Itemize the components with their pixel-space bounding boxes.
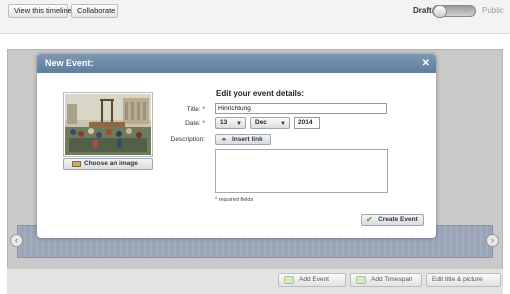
edit-title-picture-button[interactable]: Edit title & picture bbox=[426, 273, 501, 287]
link-icon: ⚭ bbox=[221, 137, 227, 144]
description-textarea[interactable] bbox=[215, 149, 388, 193]
plus-icon bbox=[284, 276, 294, 284]
create-event-label: Create Event bbox=[378, 216, 418, 223]
draft-label: Draft bbox=[413, 6, 432, 15]
dropdown-caret-icon: ▼ bbox=[236, 121, 242, 127]
public-label: Public bbox=[482, 6, 504, 15]
add-event-button[interactable]: Add Event bbox=[278, 273, 346, 287]
insert-link-label: Insert link bbox=[232, 136, 263, 143]
title-field-label: Title: * bbox=[165, 106, 205, 113]
required-marker: * bbox=[202, 106, 205, 113]
title-input[interactable]: Hinrichtung bbox=[215, 103, 387, 114]
scroll-left-icon[interactable]: ‹ bbox=[10, 234, 23, 247]
event-image-thumbnail bbox=[63, 92, 153, 157]
date-label-text: Date: bbox=[185, 120, 201, 127]
toggle-knob[interactable] bbox=[433, 5, 447, 18]
dropdown-caret-icon: ▼ bbox=[280, 121, 286, 127]
draft-public-toggle[interactable] bbox=[432, 5, 476, 18]
top-toolbar: View this timeline Collaborate Draft Pub… bbox=[0, 0, 510, 34]
title-label-text: Title: bbox=[186, 106, 201, 113]
new-event-dialog: New Event: ✕ Choose an image Edit your e… bbox=[37, 54, 436, 238]
view-timeline-button[interactable]: View this timeline bbox=[8, 4, 72, 18]
year-input[interactable]: 2014 bbox=[294, 117, 320, 129]
insert-link-button[interactable]: ⚭ Insert link bbox=[215, 134, 271, 145]
month-select[interactable]: Dec ▼ bbox=[250, 117, 290, 129]
scroll-right-icon[interactable]: › bbox=[486, 234, 499, 247]
checkmark-icon: ✔ bbox=[366, 215, 373, 224]
dialog-header: New Event: ✕ bbox=[37, 54, 436, 73]
day-select[interactable]: 13 ▼ bbox=[215, 117, 246, 129]
add-event-label: Add Event bbox=[299, 276, 329, 283]
image-icon bbox=[72, 161, 81, 167]
form-heading: Edit your event details: bbox=[216, 89, 305, 98]
description-field-label: Description: bbox=[170, 136, 205, 143]
choose-image-label: Choose an image bbox=[84, 160, 138, 167]
close-icon[interactable]: ✕ bbox=[422, 54, 430, 73]
choose-image-button[interactable]: Choose an image bbox=[63, 158, 153, 170]
dialog-title: New Event: bbox=[45, 58, 94, 68]
guillotine-painting-image bbox=[65, 94, 151, 155]
add-timespan-label: Add Timespan bbox=[371, 276, 413, 283]
required-fields-note: * required fields bbox=[215, 197, 254, 203]
day-value: 13 bbox=[220, 119, 228, 126]
month-value: Dec bbox=[255, 119, 267, 126]
date-field-label: Date: * bbox=[165, 120, 205, 127]
collaborate-button[interactable]: Collaborate bbox=[71, 4, 118, 18]
create-event-button[interactable]: ✔ Create Event bbox=[361, 214, 424, 226]
add-timespan-button[interactable]: Add Timespan bbox=[350, 273, 422, 287]
plus-icon bbox=[356, 276, 366, 284]
required-marker: * bbox=[202, 120, 205, 127]
